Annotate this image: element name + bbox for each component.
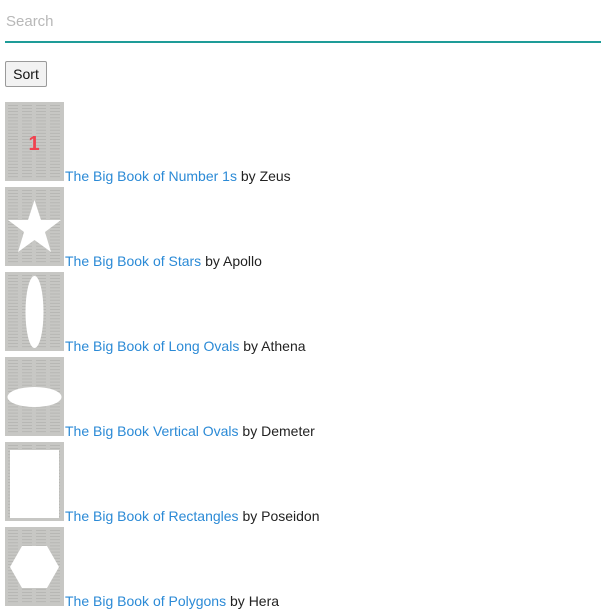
sort-button[interactable]: Sort (5, 61, 47, 87)
book-caption: The Big Book of Rectangles by Poseidon (65, 508, 320, 524)
book-author: Zeus (259, 168, 291, 184)
number-one-cover-icon: 1 (8, 105, 60, 178)
vertical-oval-cover-icon (8, 275, 60, 348)
book-title-link[interactable]: The Big Book of Long Ovals (65, 338, 239, 354)
book-author: Athena (261, 338, 306, 354)
book-title-link[interactable]: The Big Book of Rectangles (65, 508, 239, 524)
book-cover (5, 357, 64, 436)
book-author: Poseidon (261, 508, 320, 524)
book-cover (5, 527, 64, 606)
by-label: by (205, 253, 220, 269)
hexagon-cover-icon (8, 530, 60, 603)
book-cover (5, 272, 64, 351)
rectangle-cover-icon (8, 445, 60, 518)
by-label: by (243, 338, 259, 354)
star-cover-icon (8, 190, 61, 263)
book-caption: The Big Book Vertical Ovals by Demeter (65, 423, 315, 439)
book-title-link[interactable]: The Big Book of Polygons (65, 593, 226, 609)
by-label: by (240, 168, 256, 184)
book-caption: The Big Book of Polygons by Hera (65, 593, 279, 609)
horizontal-oval-cover-icon (7, 360, 62, 433)
book-author: Demeter (261, 423, 315, 439)
book-cover (5, 442, 64, 521)
book-cover (5, 187, 64, 266)
book-caption: The Big Book of Long Ovals by Athena (65, 338, 306, 354)
book-title-link[interactable]: The Big Book of Stars (65, 253, 201, 269)
book-cover: 1 (5, 102, 64, 181)
by-label: by (242, 423, 258, 439)
search-bar (5, 6, 601, 43)
book-caption: The Big Book of Stars by Apollo (65, 253, 262, 269)
book-author: Hera (248, 593, 280, 609)
search-input[interactable] (5, 6, 601, 43)
book-title-link[interactable]: The Big Book Vertical Ovals (65, 423, 239, 439)
by-label: by (242, 508, 258, 524)
book-author: Apollo (223, 253, 262, 269)
by-label: by (230, 593, 245, 609)
svg-text:1: 1 (28, 133, 39, 155)
book-title-link[interactable]: The Big Book of Number 1s (65, 168, 237, 184)
book-caption: The Big Book of Number 1s by Zeus (65, 168, 291, 184)
